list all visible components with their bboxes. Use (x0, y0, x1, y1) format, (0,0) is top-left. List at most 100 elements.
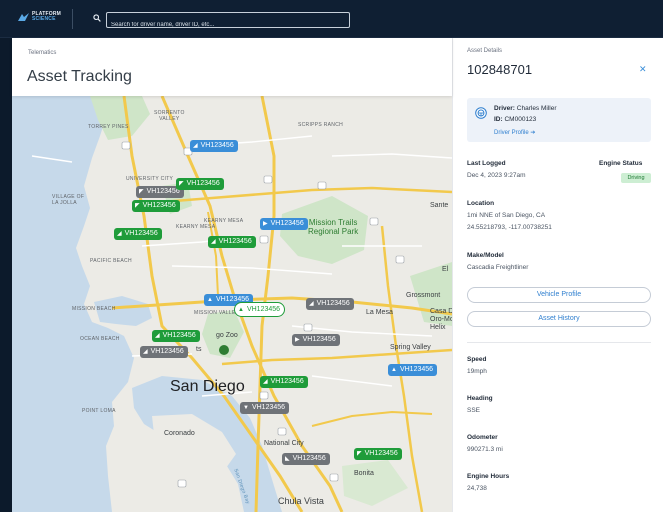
map-label-clairemont: KEARNY MESA (176, 224, 216, 230)
left-strip (0, 38, 12, 512)
heading-arrow-icon: ◢ (263, 379, 268, 385)
logo-line-2: SCIENCE (32, 16, 56, 22)
heading-arrow-icon: ▲ (207, 297, 213, 303)
vehicle-marker[interactable]: ▶ VH123456 (292, 334, 340, 346)
map-label-casa-de-oro: Casa DOro-MouHelix (430, 308, 452, 331)
map-label-bonita: Bonita (354, 470, 374, 477)
logo-icon (18, 12, 29, 21)
heading-arrow-icon: ◢ (193, 143, 198, 149)
map-label-sorrento-valley: SORRENTO VALLEY (154, 110, 185, 122)
vehicle-marker[interactable]: ◢ VH123456 (152, 330, 200, 342)
map-label-zoo: go Zoo (216, 332, 238, 339)
heading-arrow-icon: ◤ (179, 181, 184, 187)
map-label-coronado: Coronado (164, 430, 195, 437)
vehicle-marker[interactable]: ◢ VH123456 (306, 298, 354, 310)
driver-id-line: ID: CM000123 (494, 116, 537, 123)
map-label-santee: Sante (430, 202, 449, 209)
vehicle-marker[interactable]: ◢ VH123456 (190, 140, 238, 152)
driver-name-line: Driver: Charles Miller (494, 105, 557, 112)
engine-status-label: Engine Status (599, 160, 643, 167)
vehicle-marker[interactable]: ▼ VH123456 (240, 402, 290, 414)
vehicle-marker[interactable]: ▶ VH123456 (260, 218, 308, 230)
asset-details-panel: Asset Details 102848701 ✕ Driver: Charle… (452, 38, 663, 512)
location-line-2: 24.55218793, -117.00738251 (467, 224, 552, 231)
vehicle-marker[interactable]: ◢ VH123456 (260, 376, 308, 388)
heading-label: Heading (467, 395, 493, 402)
map-label-scripps-ranch: SCRIPPS RANCH (298, 122, 344, 128)
vehicle-marker[interactable]: ◢ VH123456 (208, 236, 256, 248)
heading-arrow-icon: ◤ (357, 451, 362, 457)
map-view[interactable]: SORRENTO VALLEY TORREY PINES SCRIPPS RANC… (12, 96, 452, 512)
heading-arrow-icon: ◤ (135, 203, 140, 209)
page-title: Asset Tracking (27, 68, 132, 85)
topbar-divider (72, 9, 73, 29)
map-label-spring-valley: Spring Valley (390, 344, 431, 351)
vehicle-marker[interactable]: ◢ VH123456 (114, 228, 162, 240)
heading-arrow-icon: ◢ (117, 231, 122, 237)
heading-arrow-icon: ▶ (295, 337, 300, 343)
driver-profile-link[interactable]: Driver Profile ➔ (494, 129, 535, 136)
vehicle-marker[interactable]: ▲ VH123456 (388, 364, 438, 376)
location-label: Location (467, 200, 495, 207)
map-label-point-loma: POINT LOMA (82, 408, 116, 414)
map-label-mission-trails: Mission Trails Regional Park (308, 218, 359, 236)
map-label-chula-vista: Chula Vista (278, 496, 324, 506)
map-label-national-city: National City (264, 440, 304, 447)
heading-arrow-icon: ▲ (391, 367, 397, 373)
asset-id: 102848701 (467, 62, 533, 77)
vehicle-marker-selected[interactable]: ▲ VH123456 (234, 302, 286, 317)
vehicle-marker[interactable]: ◣ VH123456 (282, 453, 330, 465)
make-model-value: Cascadia Freightliner (467, 264, 529, 271)
panel-section-label: Asset Details (467, 48, 503, 54)
odometer-value: 990271.3 mi (467, 446, 503, 453)
engine-hours-label: Engine Hours (467, 473, 510, 480)
map-label-grossmont: Grossmont (406, 292, 441, 299)
vehicle-profile-button[interactable]: Vehicle Profile (467, 287, 651, 303)
heading-arrow-icon: ◢ (309, 301, 314, 307)
search-input[interactable] (107, 18, 349, 32)
heading-value: SSE (467, 407, 481, 414)
main-content: Telematics Asset Tracking SORRENTO VALLE… (12, 38, 452, 512)
heading-arrow-icon: ◤ (139, 189, 144, 195)
close-icon[interactable]: ✕ (639, 64, 647, 75)
map-label-la-mesa: La Mesa (366, 309, 393, 316)
location-line-1: 1mi NNE of San Diego, CA (467, 212, 546, 219)
vehicle-marker[interactable]: ◢ VH123456 (140, 346, 188, 358)
make-model-label: Make/Model (467, 252, 504, 259)
platform-science-logo[interactable]: PLATFORM SCIENCE (18, 12, 61, 22)
engine-status-badge: Driving (621, 173, 651, 183)
map-label-mission-valley: MISSION VALLEY (194, 310, 240, 316)
heading-arrow-icon: ▲ (238, 306, 244, 313)
map-label-mission-beach: MISSION BEACH (72, 306, 116, 312)
odometer-label: Odometer (467, 434, 498, 441)
map-label-university-city: UNIVERSITY CITY (126, 176, 174, 182)
heading-arrow-icon: ▼ (243, 405, 249, 411)
map-label-parks: ts (196, 346, 202, 353)
speed-label: Speed (467, 356, 487, 363)
asset-history-button[interactable]: Asset History (467, 311, 651, 327)
heading-arrow-icon: ◣ (285, 456, 290, 462)
search-box (106, 12, 350, 32)
map-label-el-cajon: El (442, 266, 449, 273)
breadcrumb[interactable]: Telematics (28, 50, 56, 56)
heading-arrow-icon: ◢ (155, 333, 160, 339)
last-logged-value: Dec 4, 2023 9:27am (467, 172, 526, 179)
heading-arrow-icon: ◢ (143, 349, 148, 355)
vehicle-marker[interactable]: ◤ VH123456 (354, 448, 402, 460)
heading-arrow-icon: ▶ (263, 221, 268, 227)
map-label-torrey-pines: TORREY PINES (88, 124, 129, 130)
top-bar: PLATFORM SCIENCE (0, 0, 663, 38)
map-label-kearny-mesa: KEARNY MESA (204, 218, 244, 224)
search-icon (93, 14, 101, 22)
panel-divider (467, 342, 651, 343)
vehicle-marker[interactable]: ◤ VH123456 (176, 178, 224, 190)
last-logged-label: Last Logged (467, 160, 506, 167)
vehicle-marker[interactable]: ◤ VH123456 (132, 200, 180, 212)
map-label-village-of-la-jolla: VILLAGE OF LA JOLLA (52, 194, 85, 206)
page-header: Telematics Asset Tracking (12, 38, 452, 96)
steering-wheel-icon (475, 107, 487, 119)
engine-hours-value: 24,738 (467, 485, 487, 492)
map-label-ocean-beach: OCEAN BEACH (80, 336, 120, 342)
speed-value: 19mph (467, 368, 487, 375)
driver-card: Driver: Charles Miller ID: CM000123 Driv… (467, 98, 651, 142)
